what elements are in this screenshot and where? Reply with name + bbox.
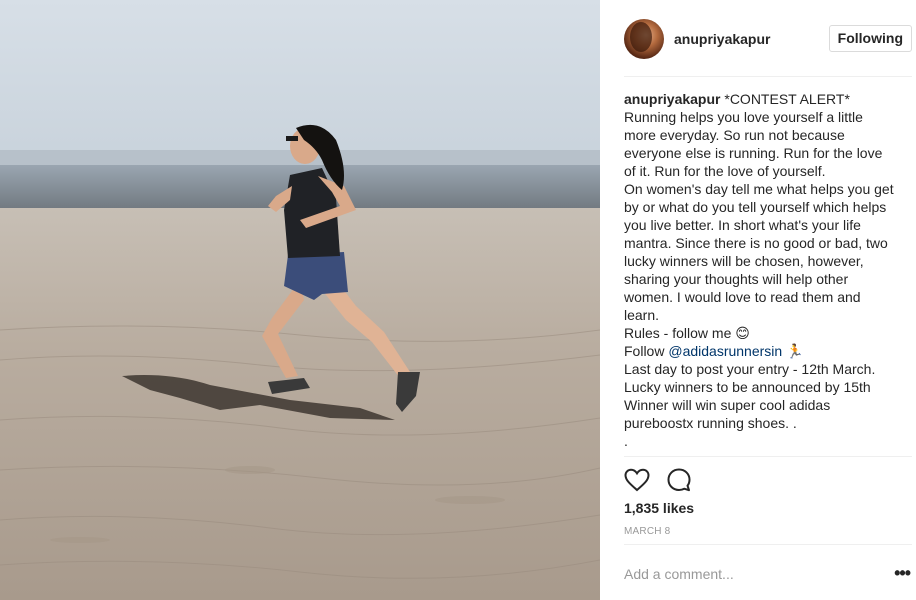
post-date[interactable]: MARCH 8 — [624, 526, 670, 537]
action-bar — [624, 466, 692, 494]
caption-lead: *CONTEST ALERT* — [724, 91, 850, 107]
caption-text: Running helps you love yourself a little… — [624, 109, 894, 359]
caption-divider — [624, 456, 912, 457]
post-photo[interactable] — [0, 0, 600, 600]
heart-icon[interactable] — [624, 468, 650, 492]
more-options-button[interactable]: ••• — [894, 564, 911, 582]
comment-icon[interactable] — [666, 467, 692, 493]
username-link[interactable]: anupriyakapur — [674, 31, 770, 47]
beach-runner-image — [0, 0, 600, 600]
header-divider — [624, 76, 912, 77]
post-caption: anupriyakapur *CONTEST ALERT* Running he… — [624, 90, 896, 450]
avatar[interactable] — [624, 19, 664, 59]
post-header: anupriyakapur Following — [624, 18, 912, 60]
comment-input[interactable] — [624, 565, 874, 583]
likes-count[interactable]: 1,835 likes — [624, 500, 694, 516]
instagram-post: anupriyakapur Following anupriyakapur *C… — [0, 0, 916, 600]
caption-username[interactable]: anupriyakapur — [624, 91, 720, 107]
mention-link[interactable]: @adidasrunnersin — [668, 343, 782, 359]
post-details-panel: anupriyakapur Following anupriyakapur *C… — [600, 0, 916, 600]
comment-divider — [624, 544, 912, 545]
following-button[interactable]: Following — [828, 25, 912, 52]
